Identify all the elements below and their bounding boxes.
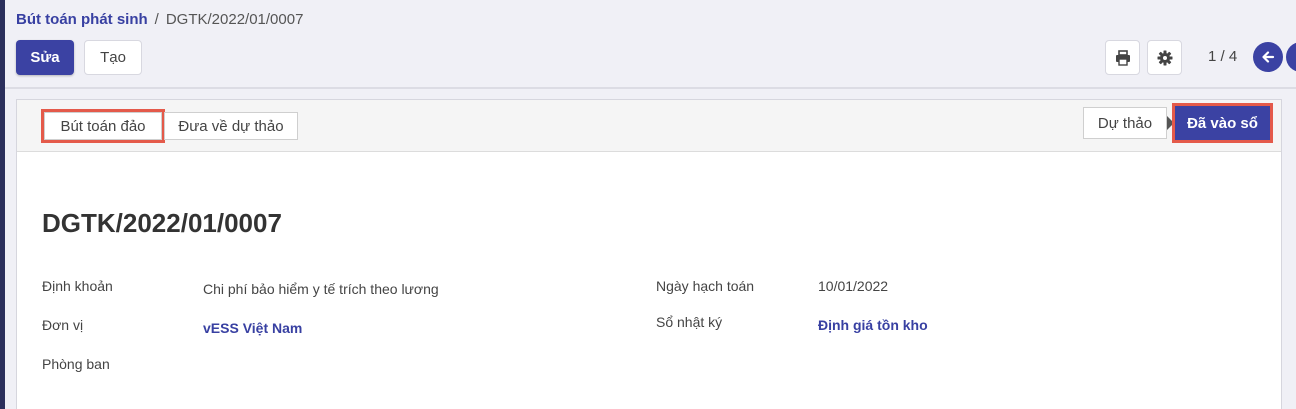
- account-label: Định khoản: [42, 278, 113, 294]
- print-icon: [1115, 49, 1130, 66]
- breadcrumb-current: DGTK/2022/01/0007: [165, 11, 304, 28]
- stage-draft[interactable]: Dự thảo: [1083, 107, 1167, 139]
- stage-arrow-icon: [1167, 116, 1174, 130]
- next-record-button[interactable]: [1286, 42, 1296, 72]
- form-sheet: Bút toán đảo Đưa về dự thảo Dự thảo Đã v…: [16, 99, 1282, 409]
- unit-value-link[interactable]: vESS Việt Nam: [203, 320, 302, 336]
- department-label: Phòng ban: [42, 356, 110, 372]
- reset-to-draft-button[interactable]: Đưa về dự thảo: [164, 112, 298, 140]
- breadcrumb: Bút toán phát sinh / DGTK/2022/01/0007: [16, 11, 303, 28]
- account-value: Chi phí bảo hiểm y tế trích theo lương: [203, 281, 439, 297]
- print-button[interactable]: [1105, 40, 1140, 75]
- breadcrumb-separator: /: [154, 11, 159, 28]
- journal-value-link[interactable]: Định giá tồn kho: [818, 317, 928, 333]
- date-label: Ngày hạch toán: [656, 278, 755, 294]
- breadcrumb-parent-link[interactable]: Bút toán phát sinh: [16, 11, 148, 28]
- stage-posted[interactable]: Đã vào sổ: [1172, 103, 1273, 143]
- unit-label: Đơn vị: [42, 317, 84, 333]
- arrow-left-icon: [1262, 51, 1275, 63]
- edit-button[interactable]: Sửa: [16, 40, 74, 75]
- settings-button[interactable]: [1147, 40, 1182, 75]
- pager-counter: 1 / 4: [1208, 48, 1238, 65]
- record-title: DGTK/2022/01/0007: [42, 208, 282, 238]
- gear-icon: [1157, 50, 1172, 65]
- reverse-entry-button[interactable]: Bút toán đảo: [41, 109, 165, 143]
- control-panel-divider: [5, 87, 1296, 89]
- previous-record-button[interactable]: [1253, 42, 1283, 72]
- date-value: 10/01/2022: [818, 278, 889, 294]
- journal-label: Sổ nhật ký: [656, 314, 723, 330]
- create-button[interactable]: Tạo: [84, 40, 142, 75]
- status-bar: Bút toán đảo Đưa về dự thảo Dự thảo Đã v…: [17, 100, 1281, 152]
- app-sidebar-edge: [0, 0, 5, 409]
